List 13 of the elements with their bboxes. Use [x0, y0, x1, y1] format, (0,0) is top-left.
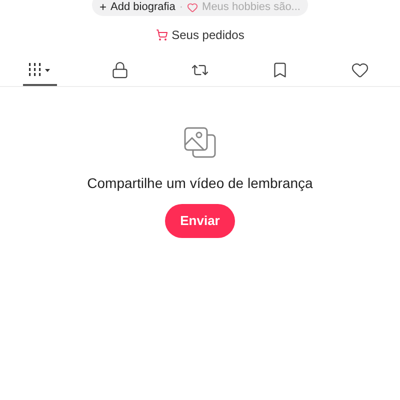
heart-icon: [351, 61, 369, 79]
add-bio-icon: +: [100, 1, 107, 13]
photos-icon: [182, 125, 218, 161]
orders-link[interactable]: Seus pedidos: [172, 26, 244, 44]
heart-icon: [187, 2, 198, 12]
separator-dot: ·: [179, 0, 184, 15]
grid-dropdown-icon: [27, 63, 53, 77]
lock-icon: [111, 61, 129, 79]
empty-state-message: Compartilhe um vídeo de lembrança: [87, 174, 313, 193]
add-bio-link[interactable]: Add biografia: [110, 0, 176, 16]
cart-icon: [156, 29, 168, 41]
send-button[interactable]: Enviar: [165, 204, 235, 238]
bookmark-icon: [271, 61, 289, 79]
